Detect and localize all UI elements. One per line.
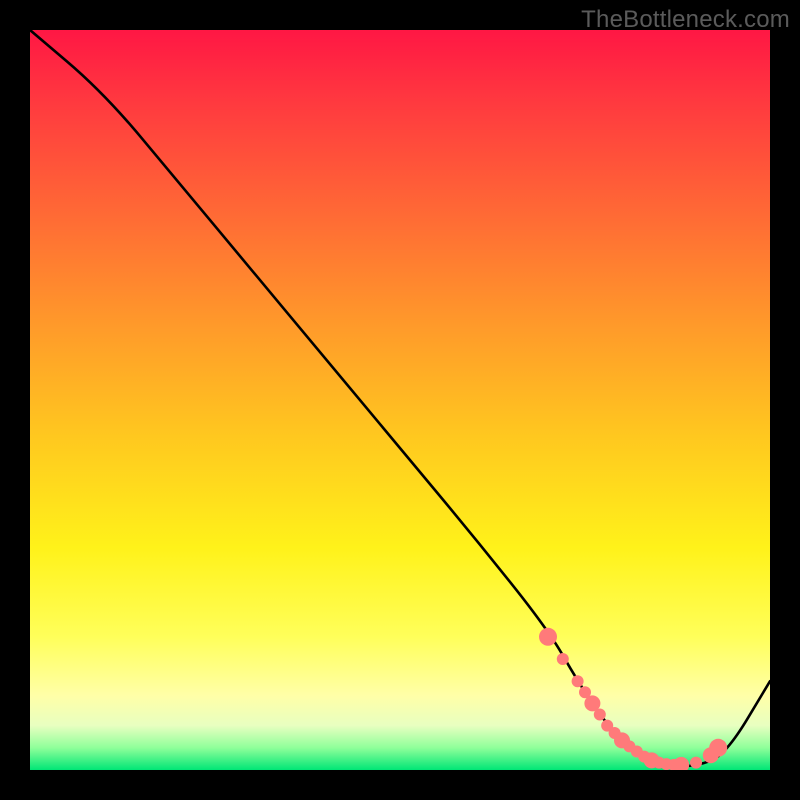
gradient-background [30, 30, 770, 770]
chart-frame: TheBottleneck.com [0, 0, 800, 800]
plot-area [30, 30, 770, 770]
watermark-label: TheBottleneck.com [581, 6, 790, 34]
